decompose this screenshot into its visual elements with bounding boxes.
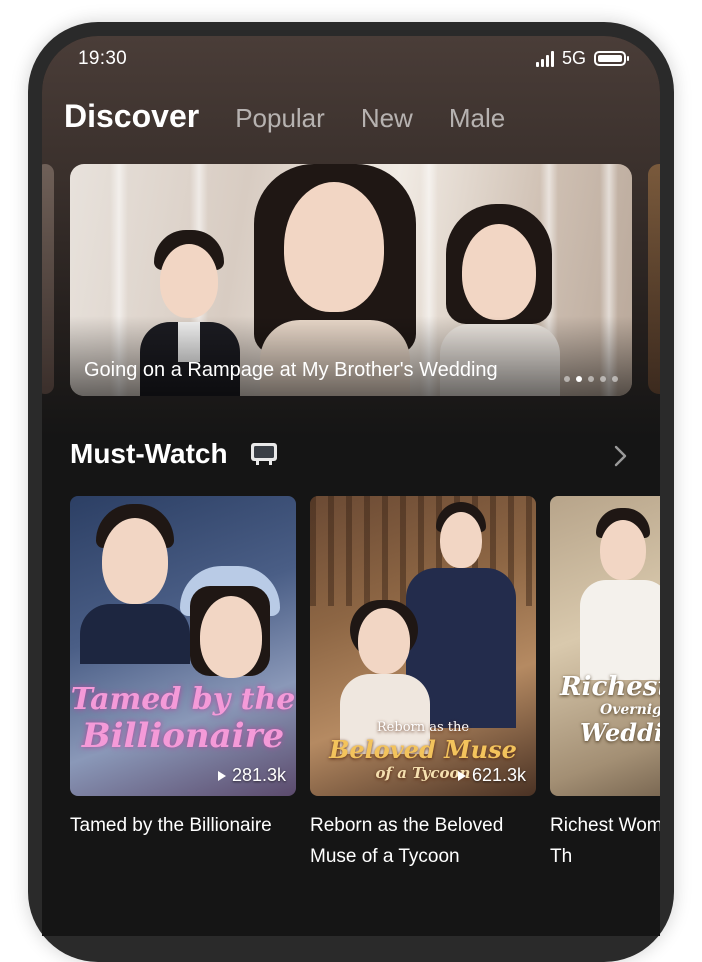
pagination-dot[interactable] <box>564 376 570 382</box>
section-title: Must-Watch <box>70 438 228 469</box>
play-icon <box>217 770 226 781</box>
banner-title: Going on a Rampage at My Brother's Weddi… <box>84 359 498 381</box>
network-label: 5G <box>561 48 586 68</box>
category-tabs: Discover Popular New Male <box>64 98 505 135</box>
poster-title-line: Wedding <box>580 718 660 747</box>
poster-title-line: Tamed by the <box>70 682 296 717</box>
status-bar: 19:30 5G <box>42 36 660 82</box>
tab-popular[interactable]: Popular <box>235 103 325 134</box>
banner-next-peek[interactable] <box>648 164 660 394</box>
drama-title[interactable]: Tamed by the Billionaire <box>70 810 296 841</box>
battery-icon <box>594 51 629 66</box>
pagination-dot[interactable] <box>612 376 618 382</box>
banner-shade <box>70 316 632 396</box>
drama-poster[interactable]: Richest Overnight Wedding <box>550 496 660 796</box>
drama-poster[interactable]: Tamed by the Billionaire 281.3k <box>70 496 296 796</box>
must-watch-list: Tamed by the Billionaire 281.3k Tamed by… <box>70 496 660 872</box>
view-count: 281.3k <box>217 765 286 786</box>
view-count-value: 281.3k <box>231 765 286 785</box>
tab-new[interactable]: New <box>361 103 413 134</box>
drama-card[interactable]: Tamed by the Billionaire 281.3k Tamed by… <box>70 496 296 872</box>
drama-poster[interactable]: Reborn as the Beloved Muse of a Tycoon 6… <box>310 496 536 796</box>
status-time: 19:30 <box>78 48 128 69</box>
tab-male[interactable]: Male <box>449 103 505 134</box>
drama-title[interactable]: Reborn as the Beloved Muse of a Tycoon <box>310 810 536 872</box>
play-icon <box>457 770 466 781</box>
poster-title-line: Beloved Muse <box>329 735 517 764</box>
status-icons: 5G <box>535 48 629 69</box>
featured-banner[interactable]: Going on a Rampage at My Brother's Weddi… <box>70 164 632 396</box>
pagination-dot-active[interactable] <box>576 376 582 382</box>
tab-discover[interactable]: Discover <box>64 98 199 135</box>
poster-title-line: Richest <box>560 672 660 702</box>
poster-title-line: Overnight <box>600 702 660 718</box>
app-screen: 19:30 5G Discover Popular New Male Going… <box>42 36 660 936</box>
tv-icon <box>251 443 277 465</box>
drama-title[interactable]: Richest Woman Overnight Th <box>550 810 660 872</box>
banner-previous-peek[interactable] <box>42 164 54 394</box>
signal-icon <box>535 50 554 67</box>
banner-pagination <box>564 376 618 382</box>
view-count-value: 621.3k <box>471 765 526 785</box>
drama-card[interactable]: Richest Overnight Wedding Richest Woman … <box>550 496 660 872</box>
pagination-dot[interactable] <box>588 376 594 382</box>
view-count: 621.3k <box>457 765 526 786</box>
chevron-right-icon[interactable] <box>608 442 632 470</box>
poster-title-line: Reborn as the <box>376 720 470 735</box>
pagination-dot[interactable] <box>600 376 606 382</box>
must-watch-header: Must-Watch <box>70 438 632 474</box>
drama-card[interactable]: Reborn as the Beloved Muse of a Tycoon 6… <box>310 496 536 872</box>
poster-title-line: Billionaire <box>81 716 285 756</box>
